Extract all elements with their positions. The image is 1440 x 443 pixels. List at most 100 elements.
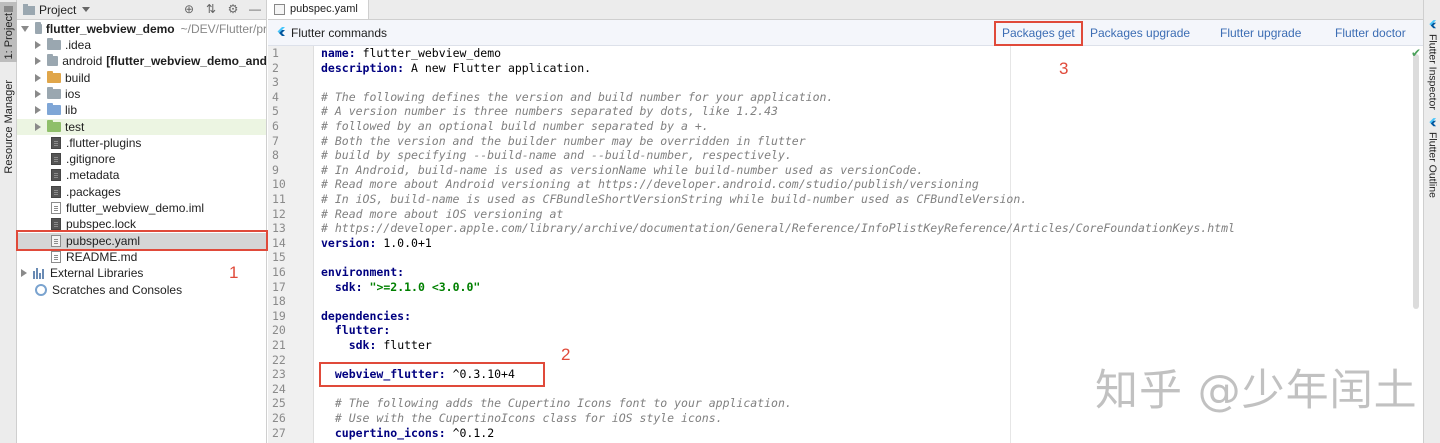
folder-icon xyxy=(47,71,61,83)
file-icon xyxy=(51,137,61,149)
line-number: 24 xyxy=(272,381,286,396)
line-number: 9 xyxy=(272,162,279,177)
tree-item-label: README.md xyxy=(66,250,138,264)
code-line: # A version number is three numbers sepa… xyxy=(321,104,778,119)
module-file-icon xyxy=(51,202,61,214)
gear-icon[interactable]: ⚙ xyxy=(226,2,240,16)
chevron-right-icon[interactable] xyxy=(35,41,41,49)
tree-item-pubspec-yaml[interactable]: pubspec.yaml xyxy=(17,233,266,249)
tab-resource-label: Resource Manager xyxy=(2,80,15,174)
markdown-file-icon xyxy=(51,251,61,263)
yaml-key: flutter xyxy=(334,323,384,338)
chevron-down-icon[interactable] xyxy=(82,7,91,12)
tree-item-iml[interactable]: flutter_webview_demo.iml xyxy=(17,200,266,216)
tree-item-label: .metadata xyxy=(66,168,120,182)
chevron-right-icon[interactable] xyxy=(35,90,41,98)
code-line: # build by specifying --build-name and -… xyxy=(321,148,792,163)
tree-item-label: Scratches and Consoles xyxy=(52,283,183,297)
tree-item-ios[interactable]: ios xyxy=(17,86,266,102)
tree-item-flutter-plugins[interactable]: .flutter-plugins xyxy=(17,135,266,151)
yaml-key: dependencies xyxy=(321,308,405,323)
chevron-right-icon[interactable] xyxy=(21,269,27,277)
yaml-colon: : xyxy=(383,323,391,338)
line-number: 5 xyxy=(272,104,279,119)
tree-item-idea[interactable]: .idea xyxy=(17,37,266,53)
watermark: 知乎 @少年闰土 xyxy=(1095,366,1418,416)
folder-icon xyxy=(47,120,61,132)
line-number: 14 xyxy=(272,235,286,250)
flutter-commands-title: Flutter commands xyxy=(291,25,388,40)
tree-item-metadata[interactable]: .metadata xyxy=(17,167,266,183)
folder-icon xyxy=(47,103,61,115)
code-comment: # In Android, build-name is used as vers… xyxy=(321,162,924,177)
chevron-right-icon[interactable] xyxy=(35,106,41,114)
flutter-logo-icon xyxy=(277,26,285,36)
chevron-right-icon[interactable] xyxy=(35,74,41,82)
tree-item-module: [flutter_webview_demo_and xyxy=(106,54,267,68)
yaml-value: ^0.1.2 xyxy=(445,425,495,440)
hide-icon[interactable]: — xyxy=(248,2,262,16)
code-line: # followed by an optional build number s… xyxy=(321,119,709,134)
vertical-scrollbar[interactable] xyxy=(1413,54,1419,309)
project-panel: Project ⊕ ⇅ ⚙ — flutter_webview_demo ~/D… xyxy=(17,0,267,443)
chevron-down-icon[interactable] xyxy=(21,26,29,32)
yaml-value: 1.0.0+1 xyxy=(376,235,432,250)
code-comment: # A version number is three numbers sepa… xyxy=(321,104,778,119)
flutter-doctor-link[interactable]: Flutter doctor xyxy=(1335,26,1406,40)
code-line: description: A new Flutter application. xyxy=(321,61,591,76)
annotation-number-2: 2 xyxy=(561,345,571,364)
editor-tab-label: pubspec.yaml xyxy=(290,3,358,15)
tree-item-packages[interactable]: .packages xyxy=(17,184,266,200)
chevron-right-icon[interactable] xyxy=(35,123,41,131)
tree-item-build[interactable]: build xyxy=(17,70,266,86)
line-number: 16 xyxy=(272,265,286,279)
tree-item-label: .packages xyxy=(66,185,121,199)
tree-item-pubspec-lock[interactable]: pubspec.lock xyxy=(17,216,266,232)
code-line: # Use with the CupertinoIcons class for … xyxy=(321,411,723,426)
line-number: 12 xyxy=(272,206,286,221)
collapse-all-icon[interactable]: ⇅ xyxy=(204,2,218,16)
yaml-value: flutter xyxy=(376,338,432,352)
annotation-number-1: 1 xyxy=(229,263,239,282)
code-line: flutter: xyxy=(321,323,390,338)
packages-upgrade-link[interactable]: Packages upgrade xyxy=(1090,26,1190,40)
tree-item-android[interactable]: android [flutter_webview_demo_and xyxy=(17,53,267,69)
yaml-colon: : xyxy=(438,367,446,382)
flutter-upgrade-link[interactable]: Flutter upgrade xyxy=(1220,26,1301,40)
line-number: 2 xyxy=(272,60,279,75)
left-tool-stripe: 1: Project Resource Manager xyxy=(0,0,17,443)
tab-project[interactable]: 1: Project xyxy=(0,2,17,62)
tab-flutter-inspector-label: Flutter Inspector xyxy=(1426,34,1439,110)
yaml-key: name xyxy=(321,46,349,60)
tree-item-root[interactable]: flutter_webview_demo ~/DEV/Flutter/pr xyxy=(17,21,267,37)
packages-get-link[interactable]: Packages get xyxy=(1002,26,1075,40)
tree-item-path: ~/DEV/Flutter/pr xyxy=(180,22,267,36)
folder-icon xyxy=(4,6,13,12)
tab-flutter-outline[interactable]: Flutter Outline xyxy=(1424,118,1440,198)
project-view-selector[interactable]: Project xyxy=(39,3,76,17)
tree-item-gitignore[interactable]: .gitignore xyxy=(17,151,266,167)
tree-item-lib[interactable]: lib xyxy=(17,102,266,118)
library-icon xyxy=(33,267,45,279)
annotation-number-3: 3 xyxy=(1059,59,1069,78)
editor-tab-pubspec[interactable]: pubspec.yaml xyxy=(268,0,369,19)
locate-icon[interactable]: ⊕ xyxy=(182,2,196,16)
line-number: 18 xyxy=(272,294,286,309)
tab-flutter-inspector[interactable]: Flutter Inspector xyxy=(1424,20,1440,110)
project-icon xyxy=(23,4,35,15)
code-line: # Read more about Android versioning at … xyxy=(321,177,979,192)
yaml-key: sdk xyxy=(334,279,356,294)
chevron-right-icon[interactable] xyxy=(35,57,41,65)
right-tool-stripe: Flutter Inspector Flutter Outline xyxy=(1423,0,1440,443)
tree-item-scratches[interactable]: Scratches and Consoles xyxy=(17,282,266,298)
tree-item-label: test xyxy=(65,120,85,134)
tab-resource-manager[interactable]: Resource Manager xyxy=(0,80,17,180)
tree-item-test[interactable]: test xyxy=(17,119,266,135)
code-line: # In iOS, build-name is used as CFBundle… xyxy=(321,192,1027,207)
file-icon xyxy=(51,153,61,165)
line-number: 11 xyxy=(272,192,286,206)
code-comment: # build by specifying --build-name and -… xyxy=(321,148,792,163)
